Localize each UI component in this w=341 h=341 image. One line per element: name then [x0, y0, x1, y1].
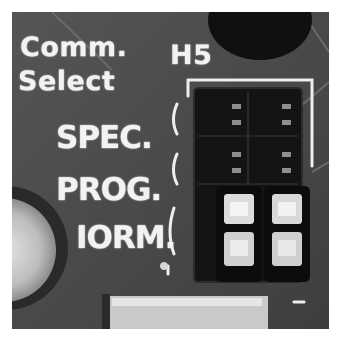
pin	[282, 120, 291, 125]
pin	[232, 152, 241, 157]
via	[160, 262, 168, 270]
header-reference: H5	[170, 40, 213, 71]
pin	[282, 152, 291, 157]
pcb-photo: Comm. Select H5 SPEC. PROG. IORM.	[12, 12, 329, 329]
pin	[232, 168, 241, 173]
label-comm: Comm.	[20, 32, 128, 63]
pin	[282, 168, 291, 173]
jumper-shunt-left	[216, 186, 262, 282]
jumper-shunt-right	[264, 186, 310, 282]
pin	[282, 104, 291, 109]
pin	[232, 104, 241, 109]
position-label-spec: SPEC.	[56, 120, 153, 156]
pin	[232, 120, 241, 125]
position-label-prog: PROG.	[56, 172, 162, 208]
bottom-connector	[102, 294, 268, 329]
position-label-norm: IORM.	[76, 220, 176, 256]
label-select: Select	[18, 66, 116, 97]
